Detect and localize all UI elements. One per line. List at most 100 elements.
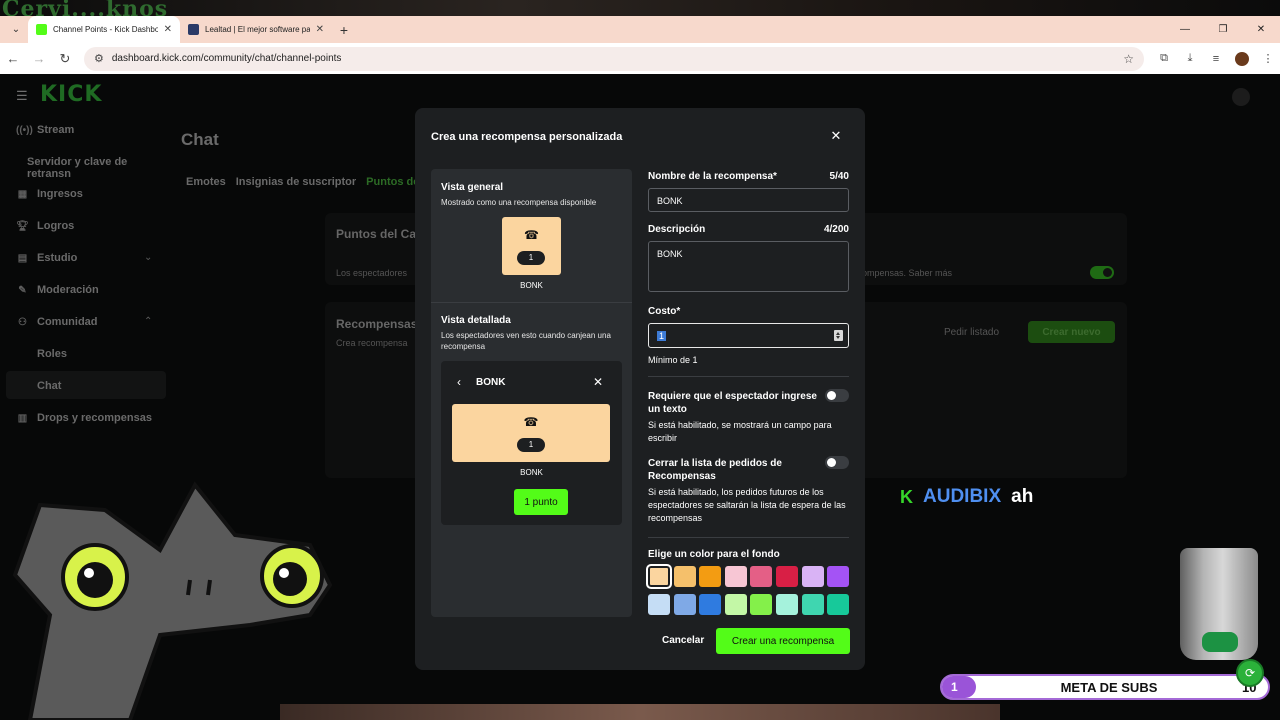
sidebar-item-server-key[interactable]: Servidor y clave de retransn <box>27 156 166 180</box>
reward-detail-name: BONK <box>520 468 543 477</box>
user-avatar[interactable] <box>1232 88 1250 106</box>
kick-logo[interactable]: KICK <box>40 82 102 107</box>
detailed-view-subtitle: Los espectadores ven esto cuando canjean… <box>441 331 611 351</box>
sidebar-item-estudio[interactable]: ▤ Estudio <box>16 252 78 264</box>
stream-chat-overlay: K AUDIBIX ah <box>900 486 1033 508</box>
close-queue-label: Cerrar la lista de pedidos de Recompensa… <box>648 458 782 482</box>
channel-points-toggle[interactable] <box>1090 266 1114 279</box>
create-reward-modal: Crea una recompensa personalizada ✕ Vist… <box>415 108 865 670</box>
minimize-icon[interactable]: — <box>1166 16 1204 43</box>
color-swatch[interactable] <box>827 566 850 587</box>
reload-icon[interactable]: ↻ <box>52 51 78 67</box>
sidebar-active-highlight <box>6 371 166 399</box>
tab-search-dropdown-icon[interactable]: ⌄ <box>4 20 28 40</box>
studio-icon: ▤ <box>17 252 28 264</box>
pedir-listado-link[interactable]: Pedir listado <box>944 327 999 338</box>
require-text-label: Requiere que el espectador ingrese un te… <box>648 391 817 415</box>
color-swatch[interactable] <box>827 594 850 615</box>
sidebar-item-logros[interactable]: 🏆︎ Logros <box>16 220 74 232</box>
restore-icon[interactable]: ❐ <box>1204 16 1242 43</box>
require-text-toggle[interactable] <box>825 389 849 402</box>
cost-input[interactable]: 1 <box>648 323 849 348</box>
color-swatch[interactable] <box>750 594 773 615</box>
rewards-title: Recompensas <box>336 317 418 331</box>
sidebar-item-drops[interactable]: ▥ Drops y recompensas <box>16 412 152 424</box>
crear-nuevo-button[interactable]: Crear nuevo <box>1028 321 1115 343</box>
bookmark-star-icon[interactable]: ☆ <box>1123 52 1134 66</box>
color-swatch[interactable] <box>776 594 798 615</box>
color-swatch[interactable] <box>699 594 722 615</box>
color-swatch[interactable] <box>673 594 696 615</box>
menu-kebab-icon[interactable]: ⋮ <box>1256 52 1280 65</box>
coins-in-glass <box>1202 632 1238 652</box>
sub-goal-label: META DE SUBS <box>1060 679 1158 695</box>
extensions-icon[interactable]: ⧉ <box>1152 52 1176 65</box>
close-tab-icon[interactable]: ✕ <box>164 24 172 35</box>
color-swatch[interactable] <box>673 566 696 587</box>
tab-emotes[interactable]: Emotes <box>186 176 226 188</box>
color-swatch[interactable] <box>646 564 672 589</box>
reward-cost-pill: 1 <box>517 438 545 452</box>
preview-divider <box>431 302 632 303</box>
tab-title: Lealtad | El mejor software para <box>205 25 310 34</box>
site-info-icon[interactable]: ⚙ <box>94 52 104 65</box>
profile-avatar-icon[interactable] <box>1235 51 1249 66</box>
close-icon: ✕ <box>593 375 604 389</box>
channel-points-learn-more[interactable]: ompensas. Saber más <box>862 268 952 278</box>
cancel-button[interactable]: Cancelar <box>662 635 704 646</box>
sidebar-item-ingresos[interactable]: ▦ Ingresos <box>16 188 83 200</box>
number-spinner-icon[interactable] <box>834 330 843 341</box>
sidebar-item-chat[interactable]: Chat <box>37 380 61 392</box>
form-divider <box>648 376 849 377</box>
chevron-down-icon[interactable]: ⌄ <box>144 252 152 263</box>
color-swatch[interactable] <box>801 594 824 615</box>
sidebar-item-roles[interactable]: Roles <box>37 348 67 360</box>
trophy-icon: 🏆︎ <box>16 220 29 232</box>
color-swatch[interactable] <box>750 566 773 587</box>
detailed-view-title: Vista detallada <box>441 315 511 326</box>
close-queue-toggle[interactable] <box>825 456 849 469</box>
create-reward-button[interactable]: Crear una recompensa <box>716 628 850 654</box>
reward-name-input[interactable]: BONK <box>648 188 849 212</box>
channel-points-desc: Los espectadores <box>336 268 408 278</box>
tab-puntos[interactable]: Puntos de <box>366 176 419 188</box>
back-icon[interactable]: ← <box>0 51 26 66</box>
url-text[interactable]: dashboard.kick.com/community/chat/channe… <box>112 53 1123 64</box>
color-swatch[interactable] <box>724 566 747 587</box>
form-divider <box>648 537 849 538</box>
address-bar[interactable]: ⚙ dashboard.kick.com/community/chat/chan… <box>84 46 1144 71</box>
description-counter: 4/200 <box>823 224 849 235</box>
close-tab-icon[interactable]: ✕ <box>316 24 324 35</box>
download-icon[interactable]: ⤓ <box>1178 52 1202 65</box>
sidebar-item-moderacion[interactable]: ✎ Moderación <box>16 284 98 296</box>
color-swatch[interactable] <box>724 594 747 615</box>
window-controls: — ❐ ✕ <box>1166 16 1280 43</box>
sidebar-item-stream[interactable]: ((•)) Stream <box>16 124 74 136</box>
forward-icon[interactable]: → <box>26 51 52 66</box>
color-swatch[interactable] <box>699 566 722 587</box>
cost-value[interactable]: 1 <box>657 331 667 341</box>
sidebar-item-comunidad[interactable]: ⚇ Comunidad <box>16 316 97 328</box>
tab-insignias[interactable]: Insignias de suscriptor <box>236 176 356 188</box>
chevron-up-icon[interactable]: ⌃ <box>144 316 152 327</box>
color-swatch[interactable] <box>801 566 824 587</box>
detailed-preview: ‹ BONK ✕ ☎ 1 BONK 1 punto <box>441 361 622 525</box>
cost-label: Costo* <box>648 306 681 317</box>
browser-tab-channel-points[interactable]: Channel Points - Kick Dashboard ✕ <box>28 16 180 43</box>
stream-background-bottom <box>280 704 1000 720</box>
screen: Cervi....knos ⌄ Channel Points - Kick Da… <box>0 0 1280 720</box>
color-swatch[interactable] <box>648 594 670 615</box>
reading-list-icon[interactable]: ≡ <box>1204 53 1228 65</box>
color-swatch[interactable] <box>776 566 798 587</box>
rewards-subtitle: Crea recompensa <box>336 338 408 348</box>
new-tab-icon[interactable]: + <box>332 22 356 38</box>
browser-tab-lealtad[interactable]: Lealtad | El mejor software para ✕ <box>180 16 332 43</box>
hamburger-menu-icon[interactable]: ☰ <box>16 88 28 104</box>
sub-goal-bar: 1 META DE SUBS 10 ⟳ <box>940 659 1270 700</box>
description-textarea[interactable]: BONK <box>648 241 849 292</box>
close-window-icon[interactable]: ✕ <box>1242 16 1280 43</box>
chat-username: AUDIBIX <box>923 486 1002 507</box>
channel-points-title: Puntos del Ca <box>336 227 417 241</box>
sub-goal-badge-icon: ⟳ <box>1236 659 1264 687</box>
close-icon[interactable]: ✕ <box>828 128 844 144</box>
